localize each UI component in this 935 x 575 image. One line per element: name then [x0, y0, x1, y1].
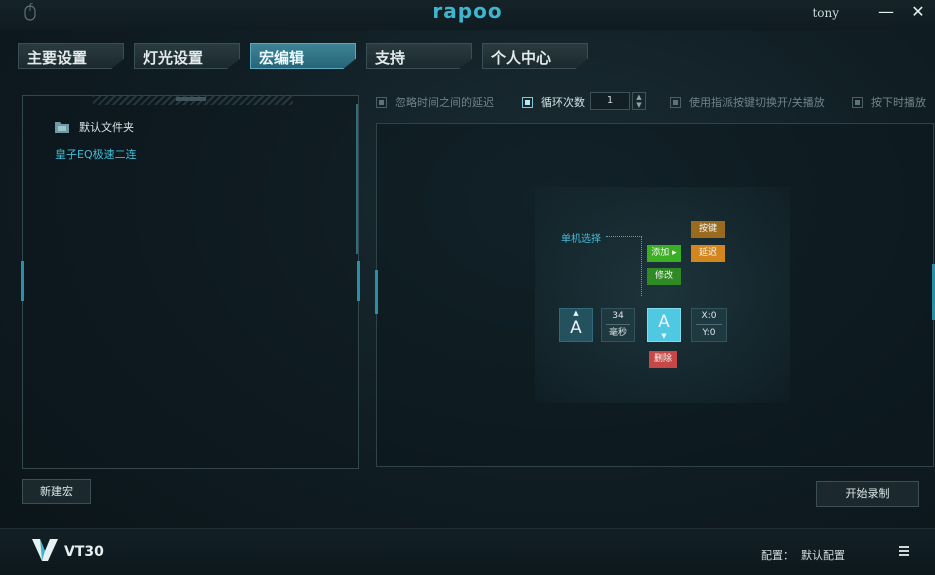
loop-count-stepper[interactable]: ▲ ▼ [632, 92, 646, 110]
toggle-key-label: 使用指派按键切换开/关播放 [689, 96, 825, 109]
config-label: 配置： [761, 549, 794, 562]
option-ignore-delay[interactable]: 忽略时间之间的延迟 [376, 93, 494, 111]
macro-list-panel: 默认文件夹 皇子EQ极速二连 [21, 95, 360, 469]
ignore-delay-label: 忽略时间之间的延迟 [395, 96, 494, 109]
vt-logo-icon [32, 539, 58, 561]
delay-value: 34 [606, 309, 630, 325]
device-model: VT30 [64, 544, 104, 560]
macro-editor-panel[interactable]: 单机选择 按键 添加 ▸ 延迟 修改 ▲ A 34 毫秒 A ▼ X:0 Y:0… [375, 123, 935, 467]
minus-icon: — [878, 2, 894, 21]
loop-count-checkbox[interactable] [522, 96, 533, 108]
start-record-button[interactable]: 开始录制 [816, 481, 919, 507]
scrollbar[interactable] [356, 104, 358, 254]
chevron-up-icon[interactable]: ▲ [636, 93, 641, 101]
option-loop-count[interactable]: 循环次数 [522, 93, 585, 111]
y-coordinate: Y:0 [702, 328, 716, 338]
folder-item-default[interactable]: 默认文件夹 [55, 118, 134, 136]
press-play-label: 按下时播放 [871, 96, 926, 109]
config-value[interactable]: 默认配置 [801, 547, 845, 563]
macro-delay-tile[interactable]: 34 毫秒 [601, 308, 635, 342]
title-bar: rapoo tony — ✕ [0, 0, 935, 30]
close-button[interactable]: ✕ [907, 2, 929, 22]
arrow-down-icon: ▼ [661, 332, 667, 340]
minimize-button[interactable]: — [875, 2, 897, 22]
tab-personal-center[interactable]: 个人中心 [482, 43, 588, 69]
add-button[interactable]: 添加 ▸ [647, 245, 681, 262]
macro-key-down-tile[interactable]: ▲ A [559, 308, 593, 342]
panel-edge-accent [375, 270, 378, 314]
loop-count-label: 循环次数 [541, 96, 585, 109]
option-toggle-key[interactable]: 使用指派按键切换开/关播放 [670, 93, 825, 111]
tab-support[interactable]: 支持 [366, 43, 472, 69]
folder-icon [55, 122, 69, 133]
arrow-up-icon: ▲ [573, 309, 579, 317]
macro-list-item[interactable]: 皇子EQ极速二连 [55, 146, 137, 162]
toggle-key-checkbox[interactable] [670, 96, 681, 108]
hint-connector [641, 236, 643, 296]
menu-icon[interactable] [898, 545, 910, 557]
add-label: 添加 [651, 248, 670, 258]
delete-button[interactable]: 删除 [649, 351, 677, 368]
panel-decoration [176, 97, 206, 101]
edit-button[interactable]: 修改 [647, 268, 681, 285]
macro-key-up-tile[interactable]: A ▼ [647, 308, 681, 342]
loop-count-input[interactable]: 1 [590, 92, 630, 110]
delay-unit: 毫秒 [608, 328, 627, 338]
footer-bar: VT30 配置： 默认配置 [0, 528, 935, 575]
option-press-play[interactable]: 按下时播放 [852, 93, 926, 111]
tab-main-settings[interactable]: 主要设置 [18, 43, 124, 69]
insert-key-button[interactable]: 按键 [691, 221, 725, 238]
editor-help-overlay [535, 187, 790, 403]
folder-label: 默认文件夹 [79, 121, 134, 134]
new-macro-button[interactable]: 新建宏 [22, 479, 91, 504]
chevron-down-icon[interactable]: ▼ [636, 101, 641, 109]
insert-delay-button[interactable]: 延迟 [691, 245, 725, 262]
click-select-hint: 单机选择 [561, 234, 601, 245]
panel-edge-accent [357, 261, 360, 301]
tab-lighting[interactable]: 灯光设置 [134, 43, 240, 69]
x-coordinate: X:0 [696, 309, 722, 325]
brand-logo: rapoo [432, 0, 503, 23]
tab-macro-editor[interactable]: 宏编辑 [250, 43, 356, 69]
mouse-position-tile[interactable]: X:0 Y:0 [691, 308, 727, 342]
username: tony [812, 6, 839, 20]
panel-edge-accent [21, 261, 24, 301]
app-window: rapoo tony — ✕ 主要设置 灯光设置 宏编辑 支持 个人中心 默认文… [0, 0, 935, 575]
close-icon: ✕ [911, 2, 925, 21]
ignore-delay-checkbox[interactable] [376, 96, 387, 108]
hint-connector [606, 236, 642, 238]
play-icon: ▸ [669, 248, 677, 258]
key-letter: A [570, 318, 582, 338]
key-letter: A [658, 312, 670, 332]
press-play-checkbox[interactable] [852, 96, 863, 108]
